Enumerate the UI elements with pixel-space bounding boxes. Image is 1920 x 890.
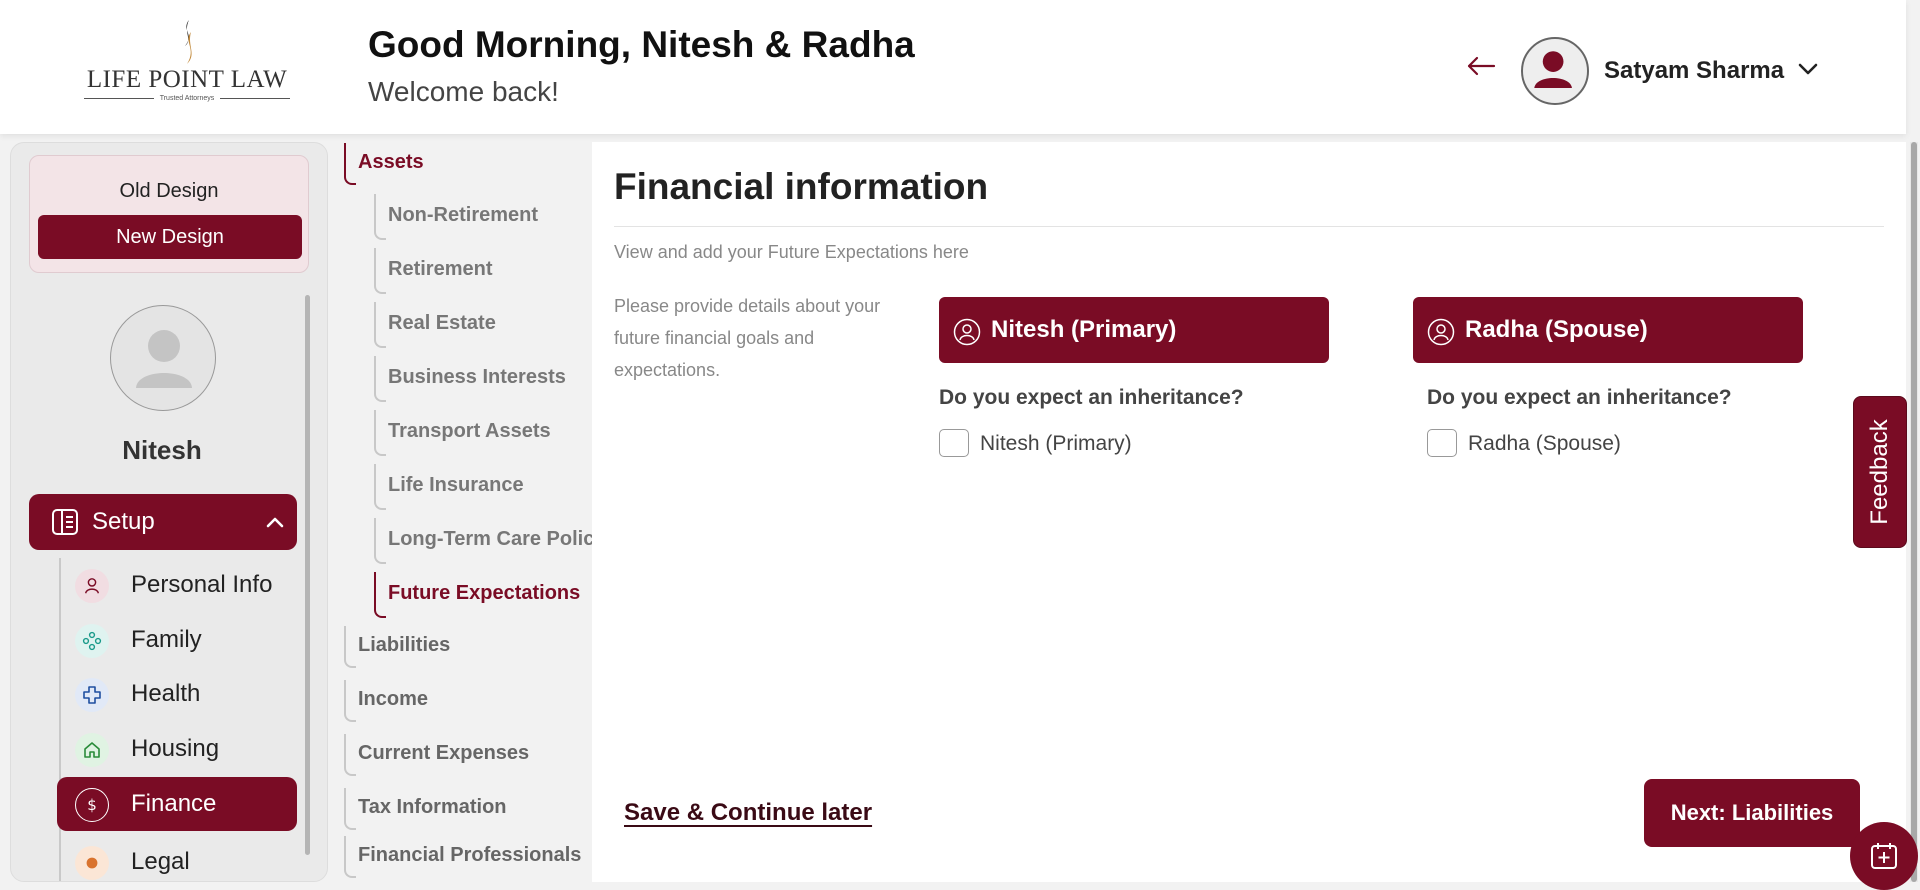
subnav-financial-professionals[interactable]: Financial Professionals xyxy=(344,836,581,878)
user-avatar-icon xyxy=(1534,51,1572,88)
sidebar-scrollbar[interactable] xyxy=(305,295,310,855)
user-name[interactable]: Satyam Sharma xyxy=(1604,57,1784,85)
subnav-long-term-care[interactable]: Long-Term Care Policy xyxy=(374,518,605,564)
primary-card-label: Nitesh (Primary) xyxy=(991,316,1177,343)
checkbox[interactable] xyxy=(939,429,969,457)
page-subtitle: View and add your Future Expectations he… xyxy=(614,242,969,262)
person-circle-icon xyxy=(953,318,981,346)
sidebar-item-finance[interactable]: $ Finance xyxy=(57,777,297,831)
document-icon xyxy=(52,509,78,535)
sidebar-item-label: Family xyxy=(131,626,202,653)
family-icon xyxy=(75,624,109,658)
health-cross-icon xyxy=(75,678,109,712)
feedback-label: Feedback xyxy=(1866,419,1893,525)
checkbox[interactable] xyxy=(1427,429,1457,457)
sidebar-item-family[interactable]: Family xyxy=(57,613,297,667)
profile-placeholder-icon xyxy=(136,330,192,388)
page-description: Please provide details about your future… xyxy=(614,296,881,380)
subnav-future-expectations[interactable]: Future Expectations xyxy=(374,572,580,618)
feedback-tab[interactable]: Feedback xyxy=(1853,396,1907,548)
person-icon xyxy=(75,569,109,603)
checkbox-label: Nitesh (Primary) xyxy=(980,432,1132,455)
sidebar-item-label: Health xyxy=(131,680,201,707)
main-content: Financial information View and add your … xyxy=(592,142,1906,882)
profile-name: Nitesh xyxy=(122,435,202,465)
spouse-inheritance-question: Do you expect an inheritance? xyxy=(1427,386,1732,409)
home-icon xyxy=(75,733,109,767)
subnav-current-expenses[interactable]: Current Expenses xyxy=(344,734,529,776)
subnav-assets[interactable]: Assets xyxy=(344,143,424,185)
dollar-icon: $ xyxy=(75,788,109,822)
subnav-retirement[interactable]: Retirement xyxy=(374,248,492,294)
greeting-heading: Good Morning, Nitesh & Radha xyxy=(368,24,915,65)
chevron-down-icon[interactable] xyxy=(1796,60,1820,78)
subnav-business-interests[interactable]: Business Interests xyxy=(374,356,566,402)
back-arrow-icon[interactable] xyxy=(1466,54,1496,78)
checkbox-label: Radha (Spouse) xyxy=(1468,432,1621,455)
person-circle-icon xyxy=(1427,318,1455,346)
primary-inheritance-question: Do you expect an inheritance? xyxy=(939,386,1244,409)
user-avatar[interactable] xyxy=(1521,37,1589,105)
spouse-person-card: Radha (Spouse) xyxy=(1413,297,1803,363)
profile-avatar xyxy=(110,305,216,411)
subnav-liabilities[interactable]: Liabilities xyxy=(344,626,450,668)
sidebar-item-label: Finance xyxy=(131,790,217,817)
calendar-plus-icon xyxy=(1871,843,1897,869)
primary-person-card: Nitesh (Primary) xyxy=(939,297,1329,363)
finance-subnav: Assets Non-Retirement Retirement Real Es… xyxy=(336,142,605,882)
spouse-inheritance-checkbox[interactable]: Radha (Spouse) xyxy=(1427,427,1627,457)
sidebar-item-health[interactable]: Health xyxy=(57,667,297,721)
sidebar-item-personal-info[interactable]: Personal Info xyxy=(57,558,297,612)
setup-label: Setup xyxy=(92,508,155,535)
chevron-up-icon xyxy=(266,517,284,528)
old-design-option[interactable]: Old Design xyxy=(30,180,308,203)
sidebar-item-legal[interactable]: Legal xyxy=(57,835,297,881)
sidebar-item-label: Legal xyxy=(131,848,190,875)
logo[interactable]: LIFE POINT LAW Trusted Attorneys xyxy=(84,18,291,110)
subnav-tax-information[interactable]: Tax Information xyxy=(344,788,507,830)
add-note-button[interactable] xyxy=(1850,822,1918,890)
flame-logo-icon xyxy=(185,20,192,64)
sidebar-item-label: Personal Info xyxy=(131,571,273,598)
app-header: LIFE POINT LAW Trusted Attorneys Good Mo… xyxy=(0,0,1906,134)
welcome-text: Welcome back! xyxy=(368,76,559,107)
primary-inheritance-checkbox[interactable]: Nitesh (Primary) xyxy=(939,427,1139,457)
subnav-transport-assets[interactable]: Transport Assets xyxy=(374,410,551,456)
sidebar-item-housing[interactable]: Housing xyxy=(57,722,297,776)
svg-text:$: $ xyxy=(87,796,97,814)
main-scrollbar[interactable] xyxy=(1910,142,1918,882)
subnav-real-estate[interactable]: Real Estate xyxy=(374,302,496,348)
setup-toggle-button[interactable]: Setup xyxy=(29,494,297,550)
legal-icon xyxy=(75,846,109,880)
logo-text: LIFE POINT LAW xyxy=(86,66,288,93)
logo-tagline: Trusted Attorneys xyxy=(159,95,215,102)
save-continue-later-link[interactable]: Save & Continue later xyxy=(624,799,872,827)
new-design-button[interactable]: New Design xyxy=(38,215,302,259)
subnav-income[interactable]: Income xyxy=(344,680,428,722)
subnav-non-retirement[interactable]: Non-Retirement xyxy=(374,194,538,240)
sidebar-item-label: Housing xyxy=(131,735,220,762)
design-switcher: Old Design New Design xyxy=(29,155,309,273)
page-title: Financial information xyxy=(614,166,989,207)
spouse-card-label: Radha (Spouse) xyxy=(1465,316,1648,343)
sidebar: Old Design New Design Nitesh Setup Perso… xyxy=(10,142,328,882)
subnav-life-insurance[interactable]: Life Insurance xyxy=(374,464,524,510)
next-liabilities-button[interactable]: Next: Liabilities xyxy=(1644,779,1860,847)
divider xyxy=(614,226,1884,227)
